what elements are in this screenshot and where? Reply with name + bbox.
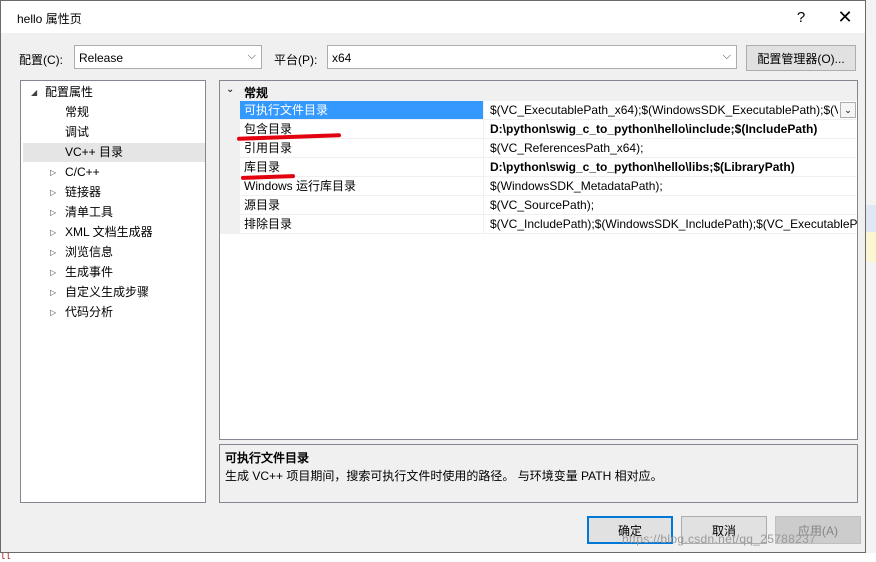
tree-item-code-analysis[interactable]: ▷ 代码分析 (21, 303, 205, 322)
property-name: 引用目录 (240, 139, 484, 157)
property-value[interactable]: $(VC_ExecutablePath_x64);$(WindowsSDK_Ex… (490, 101, 838, 119)
property-name: 库目录 (240, 158, 484, 176)
close-button[interactable]: ✕ (831, 5, 859, 29)
help-button[interactable]: ? (787, 5, 815, 29)
configuration-value: Release (79, 51, 124, 65)
tree-item-label: 常规 (65, 105, 90, 119)
collapsed-triangle-icon[interactable]: ▷ (50, 163, 56, 182)
tree-item-manifest-tool[interactable]: ▷ 清单工具 (21, 203, 205, 222)
tree-item-xml-doc-generator[interactable]: ▷ XML 文档生成器 (21, 223, 205, 242)
tree-item-vc-directories[interactable]: VC++ 目录 (23, 143, 205, 162)
background-window-strip (866, 0, 876, 561)
grid-row-executable-directories[interactable]: 可执行文件目录 $(VC_ExecutablePath_x64);$(Windo… (220, 101, 857, 120)
property-value[interactable]: D:\python\swig_c_to_python\hello\libs;$(… (490, 158, 857, 176)
collapsed-triangle-icon[interactable]: ▷ (50, 303, 56, 322)
tree-item-general[interactable]: 常规 (21, 103, 205, 122)
background-strip-blue (866, 205, 876, 232)
tree-item-label: 生成事件 (65, 265, 114, 279)
tree-item-linker[interactable]: ▷ 链接器 (21, 183, 205, 202)
title-bar: hello 属性页 ? ✕ (1, 1, 865, 33)
watermark-text: https://blog.csdn.net/qq_25788237 (622, 532, 817, 546)
tree-item-label: 链接器 (65, 185, 102, 199)
tree-item-build-events[interactable]: ▷ 生成事件 (21, 263, 205, 282)
tree-item-browse-information[interactable]: ▷ 浏览信息 (21, 243, 205, 262)
tree-item-label: C/C++ (65, 165, 100, 179)
background-editor-bottom: ll (0, 552, 876, 562)
tree-item-label: 代码分析 (65, 305, 114, 319)
grid-row-windows-runtime-directories[interactable]: Windows 运行库目录 $(WindowsSDK_MetadataPath)… (220, 177, 857, 196)
configuration-label: 配置(C): (19, 53, 63, 67)
tree-item-label: XML 文档生成器 (65, 225, 153, 239)
expanded-triangle-icon[interactable]: ◢ (31, 83, 37, 102)
grid-row-exclude-directories[interactable]: 排除目录 $(VC_IncludePath);$(WindowsSDK_Incl… (220, 215, 857, 234)
grid-row-library-directories[interactable]: 库目录 D:\python\swig_c_to_python\hello\lib… (220, 158, 857, 177)
property-name: 排除目录 (240, 215, 484, 233)
property-value[interactable]: $(VC_ReferencesPath_x64); (490, 139, 857, 157)
tree-item-c-cpp[interactable]: ▷ C/C++ (21, 163, 205, 182)
tree-item-debugging[interactable]: 调试 (21, 123, 205, 142)
property-name: 源目录 (240, 196, 484, 214)
platform-value: x64 (332, 51, 352, 65)
window-title: hello 属性页 (17, 12, 82, 26)
chevron-down-icon: ⌵ (722, 50, 731, 62)
platform-label: 平台(P): (274, 53, 318, 67)
tree-item-label: 调试 (65, 125, 90, 139)
collapsed-triangle-icon[interactable]: ▷ (50, 263, 56, 282)
description-title: 可执行文件目录 (225, 451, 310, 465)
property-pages-dialog: hello 属性页 ? ✕ 配置(C): Release ⌵ 平台(P): x6… (0, 0, 866, 553)
configuration-combo[interactable]: Release ⌵ (74, 45, 262, 69)
grid-row-reference-directories[interactable]: 引用目录 $(VC_ReferencesPath_x64); (220, 139, 857, 158)
property-value[interactable]: D:\python\swig_c_to_python\hello\include… (490, 120, 857, 138)
background-strip-yellow (866, 232, 876, 262)
category-label: 常规 (244, 86, 269, 100)
tree-item-label: 自定义生成步骤 (65, 285, 150, 299)
tree-item-label: VC++ 目录 (65, 145, 124, 159)
background-code-text: ll (0, 552, 11, 562)
property-value[interactable]: $(WindowsSDK_MetadataPath); (490, 177, 857, 195)
tree-item-label: 配置属性 (45, 85, 94, 99)
configuration-manager-button[interactable]: 配置管理器(O)... (746, 45, 856, 71)
collapse-chevron-icon[interactable]: ⌄ (226, 84, 234, 95)
platform-combo[interactable]: x64 ⌵ (327, 45, 737, 69)
property-tree: ◢ 配置属性 常规 调试 VC++ 目录 ▷ C/C++ ▷ 链接器 ▷ 清单工… (20, 80, 206, 503)
tree-item-label: 清单工具 (65, 205, 114, 219)
collapsed-triangle-icon[interactable]: ▷ (50, 183, 56, 202)
collapsed-triangle-icon[interactable]: ▷ (50, 283, 56, 302)
collapsed-triangle-icon[interactable]: ▷ (50, 223, 56, 242)
description-panel: 可执行文件目录 生成 VC++ 项目期间，搜索可执行文件时使用的路径。 与环境变… (219, 444, 858, 503)
description-text: 生成 VC++ 项目期间，搜索可执行文件时使用的路径。 与环境变量 PATH 相… (225, 469, 663, 483)
property-value[interactable]: $(VC_IncludePath);$(WindowsSDK_IncludePa… (490, 215, 857, 233)
tree-item-configuration-properties[interactable]: ◢ 配置属性 (21, 83, 205, 102)
grid-row-source-directories[interactable]: 源目录 $(VC_SourcePath); (220, 196, 857, 215)
property-value[interactable]: $(VC_SourcePath); (490, 196, 857, 214)
tree-item-custom-build-step[interactable]: ▷ 自定义生成步骤 (21, 283, 205, 302)
tree-item-label: 浏览信息 (65, 245, 114, 259)
collapsed-triangle-icon[interactable]: ▷ (50, 203, 56, 222)
chevron-down-icon: ⌵ (247, 50, 256, 62)
property-name: 可执行文件目录 (240, 101, 484, 119)
property-name: Windows 运行库目录 (240, 177, 484, 195)
collapsed-triangle-icon[interactable]: ▷ (50, 243, 56, 262)
dropdown-arrow-icon[interactable]: ⌄ (840, 102, 856, 118)
grid-category-general[interactable]: ⌄ 常规 (220, 81, 857, 101)
